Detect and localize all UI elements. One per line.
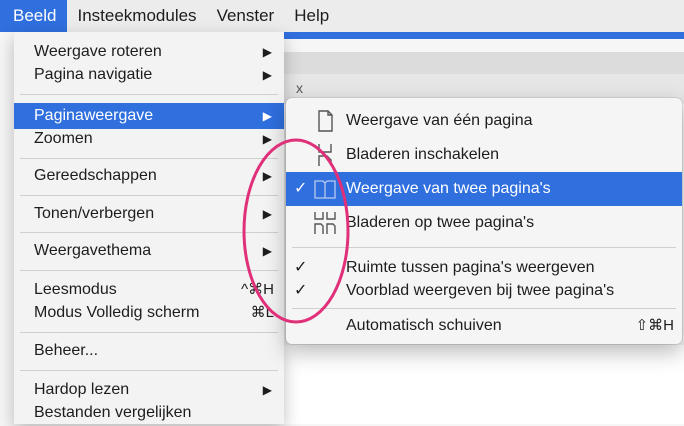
menu-item-label: Zoomen [34, 130, 93, 147]
document-area [282, 345, 684, 424]
submenu-item-label: Ruimte tussen pagina's weergeven [346, 259, 595, 276]
menu-separator [20, 370, 278, 371]
two-page-icon [314, 180, 336, 199]
submenu-arrow-icon: ▶ [262, 132, 272, 146]
submenu-item-single-page[interactable]: Weergave van één pagina [286, 104, 682, 138]
submenu-item-cover-page[interactable]: ✓ Voorblad weergeven bij twee pagina's [286, 280, 682, 302]
menu-item-fullscreen[interactable]: Modus Volledig scherm ⌘L [14, 300, 284, 326]
menu-item-compare[interactable]: Bestanden vergelijken [14, 400, 284, 426]
menu-item-label: Paginaweergave [34, 107, 154, 124]
shortcut-label: ⌘L [250, 304, 274, 321]
tab-close-icon[interactable]: x [296, 80, 303, 96]
checkmark-icon: ✓ [294, 259, 308, 276]
menu-item-theme[interactable]: Weergavethema ▶ [14, 238, 284, 264]
menu-insteekmodules[interactable]: Insteekmodules [67, 0, 206, 32]
menu-help[interactable]: Help [284, 0, 339, 32]
menu-separator [20, 270, 278, 271]
menu-item-label: Tonen/verbergen [34, 205, 155, 222]
menu-separator [20, 158, 278, 159]
submenu-arrow-icon: ▶ [262, 68, 272, 82]
window-toolbar [282, 52, 684, 74]
menu-item-page-navigation[interactable]: Pagina navigatie ▶ [14, 62, 284, 88]
submenu-item-label: Weergave van één pagina [346, 112, 533, 129]
single-page-icon [318, 110, 333, 132]
menu-item-zoom[interactable]: Zoomen ▶ [14, 126, 284, 152]
checkmark-icon: ✓ [294, 180, 308, 197]
menu-separator [20, 332, 278, 333]
submenu-item-auto-scroll[interactable]: Automatisch schuiven ⇧⌘H [286, 315, 682, 337]
menu-item-show-hide[interactable]: Tonen/verbergen ▶ [14, 201, 284, 227]
menu-item-label: Modus Volledig scherm [34, 304, 200, 321]
submenu-separator [292, 308, 676, 309]
menu-bar: Beeld Insteekmodules Venster Help [0, 0, 684, 32]
submenu-item-label: Bladeren op twee pagina's [346, 214, 535, 231]
beeld-dropdown-menu: Weergave roteren ▶ Pagina navigatie ▶ Pa… [14, 32, 284, 424]
submenu-item-label: Voorblad weergeven bij twee pagina's [346, 282, 615, 299]
menu-item-manage[interactable]: Beheer... [14, 338, 284, 364]
submenu-item-label: Bladeren inschakelen [346, 146, 499, 163]
submenu-separator [292, 247, 676, 248]
menu-item-label: Gereedschappen [34, 167, 157, 184]
shortcut-label: ⇧⌘H [635, 317, 674, 334]
page-display-submenu: Weergave van één pagina Bladeren inschak… [286, 98, 682, 344]
menu-item-label: Beheer... [34, 342, 99, 359]
menu-item-label: Pagina navigatie [34, 66, 153, 83]
menu-item-label: Weergave roteren [34, 43, 162, 60]
submenu-item-enable-scroll[interactable]: Bladeren inschakelen [286, 138, 682, 172]
submenu-item-page-gaps[interactable]: ✓ Ruimte tussen pagina's weergeven [286, 257, 682, 279]
menu-beeld[interactable]: Beeld [0, 0, 68, 32]
submenu-item-two-page[interactable]: ✓ Weergave van twee pagina's [286, 172, 682, 206]
menu-item-label: Leesmodus [34, 281, 117, 298]
submenu-item-label: Weergave van twee pagina's [346, 180, 551, 197]
submenu-arrow-icon: ▶ [262, 244, 272, 258]
submenu-arrow-icon: ▶ [262, 169, 272, 183]
menu-separator [20, 94, 278, 95]
checkmark-icon: ✓ [294, 282, 308, 299]
menu-separator [20, 195, 278, 196]
menu-item-label: Weergavethema [34, 242, 152, 259]
submenu-item-two-page-scroll[interactable]: Bladeren op twee pagina's [286, 206, 682, 240]
window-accent-strip [282, 32, 684, 39]
menu-separator [20, 232, 278, 233]
submenu-arrow-icon: ▶ [262, 207, 272, 221]
menu-item-label: Hardop lezen [34, 381, 130, 398]
two-page-scroll-icon [314, 212, 336, 234]
menu-venster[interactable]: Venster [207, 0, 285, 32]
menu-item-label: Bestanden vergelijken [34, 404, 192, 421]
menu-item-tools[interactable]: Gereedschappen ▶ [14, 163, 284, 189]
scroll-pages-icon [318, 144, 332, 166]
submenu-item-label: Automatisch schuiven [346, 317, 502, 334]
